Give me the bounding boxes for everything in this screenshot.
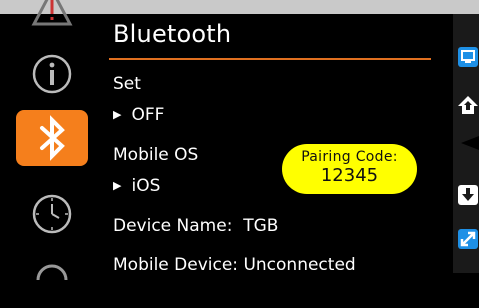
right-toolbar bbox=[453, 14, 479, 273]
pairing-code-value: 12345 bbox=[320, 165, 379, 186]
set-label: Set bbox=[113, 74, 141, 94]
triangle-right-icon: ▶ bbox=[113, 179, 122, 192]
bluetooth-settings-panel: Bluetooth Set ▶ OFF Mobile OS ▶ iOS Pairin… bbox=[91, 14, 453, 275]
device-name-value: TGB bbox=[243, 216, 279, 236]
home-up-icon[interactable] bbox=[457, 94, 479, 116]
sidebar-item-clock[interactable] bbox=[16, 186, 88, 242]
sidebar bbox=[16, 0, 91, 281]
mobile-os-label: Mobile OS bbox=[113, 145, 199, 165]
back-arrow-icon[interactable] bbox=[457, 132, 479, 154]
refresh-icon bbox=[36, 264, 68, 281]
mobile-os-selector[interactable]: ▶ iOS bbox=[113, 176, 160, 196]
expand-icon[interactable] bbox=[457, 228, 479, 250]
warning-icon bbox=[31, 0, 73, 26]
mobile-os-value: iOS bbox=[131, 176, 161, 196]
device-name-row: Device Name: TGB bbox=[113, 216, 278, 236]
sidebar-item-warning[interactable] bbox=[16, 0, 88, 36]
mobile-device-value: Unconnected bbox=[243, 255, 356, 275]
sidebar-item-bluetooth[interactable] bbox=[16, 110, 88, 166]
pairing-code-badge: Pairing Code: 12345 bbox=[282, 144, 417, 194]
device-name-label: Device Name: bbox=[113, 216, 233, 236]
mobile-device-row: Mobile Device: Unconnected bbox=[113, 255, 356, 275]
set-value: OFF bbox=[131, 105, 165, 125]
sidebar-item-info[interactable] bbox=[16, 46, 88, 102]
sidebar-item-refresh[interactable] bbox=[16, 252, 88, 308]
bluetooth-icon bbox=[40, 115, 65, 161]
down-icon[interactable] bbox=[457, 184, 479, 206]
page-title: Bluetooth bbox=[113, 20, 232, 48]
triangle-right-icon: ▶ bbox=[113, 108, 122, 121]
set-value-selector[interactable]: ▶ OFF bbox=[113, 105, 164, 125]
title-divider bbox=[109, 58, 431, 60]
mobile-device-label: Mobile Device: bbox=[113, 255, 239, 275]
clock-icon bbox=[32, 194, 72, 234]
pairing-code-label: Pairing Code: bbox=[301, 149, 398, 165]
info-icon bbox=[32, 54, 72, 94]
screen-icon[interactable] bbox=[457, 46, 479, 68]
